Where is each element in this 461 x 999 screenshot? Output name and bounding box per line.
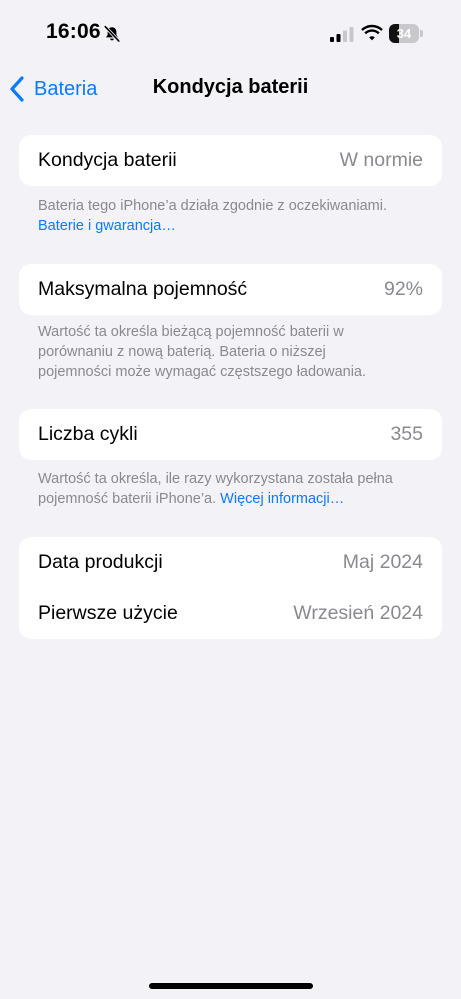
manufacture-date-label: Data produkcji (38, 551, 163, 573)
max-capacity-value: 92% (383, 278, 423, 300)
first-use-value: Wrzesień 2024 (293, 602, 423, 624)
max-capacity-row: Maksymalna pojemność 92% (19, 264, 442, 315)
home-indicator[interactable] (149, 983, 313, 989)
battery-health-label: Kondycja baterii (38, 149, 177, 171)
battery-health-value: W normie (339, 149, 423, 171)
battery-icon: 34 (389, 24, 423, 43)
wifi-icon (361, 24, 383, 41)
bell-slash-icon (104, 25, 120, 43)
cycle-count-group: Liczba cykli 355 (19, 409, 442, 460)
cycle-count-row: Liczba cykli 355 (19, 409, 442, 460)
battery-health-row: Kondycja baterii W normie (19, 135, 442, 186)
battery-health-group: Kondycja baterii W normie (19, 135, 442, 186)
battery-level: 34 (396, 26, 412, 41)
cycle-count-footer: Wartość ta określa, ile razy wykorzystan… (38, 469, 423, 509)
dates-group: Data produkcji Maj 2024 Pierwsze użycie … (19, 537, 442, 639)
manufacture-date-value: Maj 2024 (342, 551, 423, 573)
manufacture-date-row: Data produkcji Maj 2024 (19, 537, 442, 588)
battery-health-footer-text: Bateria tego iPhone’a działa zgodnie z o… (38, 198, 388, 214)
first-use-label: Pierwsze użycie (38, 602, 178, 624)
cycle-count-value: 355 (390, 423, 423, 445)
page-title: Kondycja baterii (152, 76, 309, 98)
cellular-signal-icon (330, 27, 354, 42)
battery-warranty-link[interactable]: Baterie i gwarancja… (38, 218, 176, 234)
navigation-bar: Bateria Kondycja baterii (0, 66, 461, 112)
status-bar: 16:06 34 (0, 0, 461, 66)
cycle-count-label: Liczba cykli (38, 423, 138, 445)
max-capacity-group: Maksymalna pojemność 92% (19, 264, 442, 315)
battery-health-footer: Bateria tego iPhone’a działa zgodnie z o… (38, 196, 438, 236)
more-info-link[interactable]: Więcej informacji… (220, 491, 344, 507)
first-use-row: Pierwsze użycie Wrzesień 2024 (19, 588, 442, 639)
status-time: 16:06 (46, 20, 101, 43)
max-capacity-label: Maksymalna pojemność (38, 278, 248, 300)
max-capacity-footer: Wartość ta określa bieżącą pojemność bat… (38, 324, 367, 380)
